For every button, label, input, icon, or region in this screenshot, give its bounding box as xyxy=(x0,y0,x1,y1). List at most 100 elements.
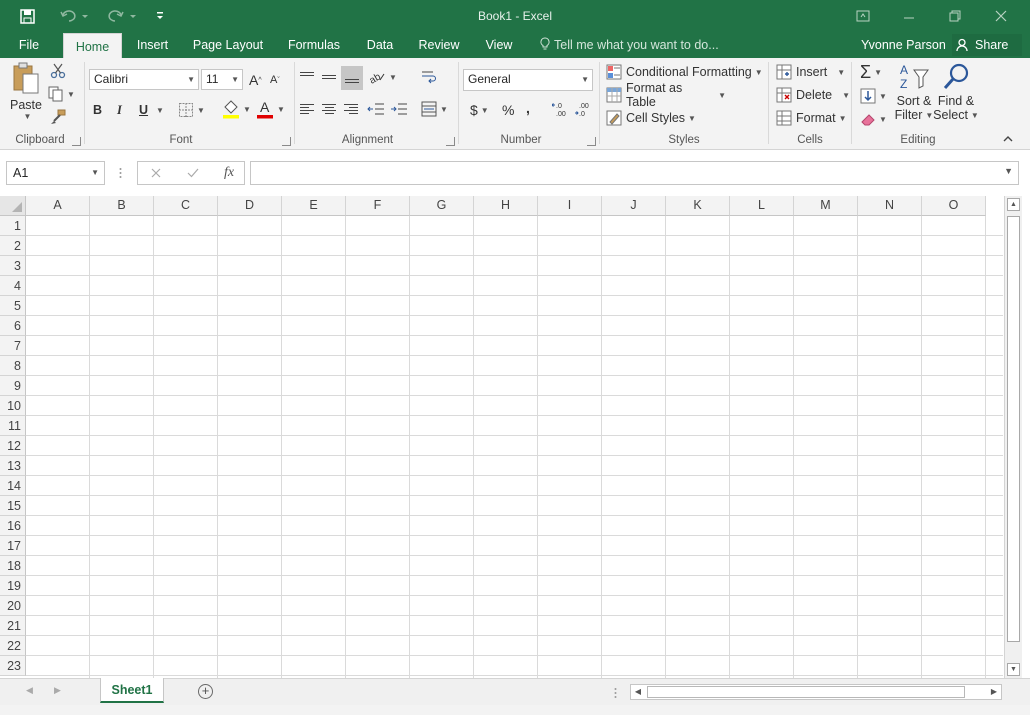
format-cells-button[interactable]: Format ▼ xyxy=(776,109,847,127)
underline-button[interactable]: U xyxy=(139,100,151,120)
minimize-button[interactable] xyxy=(886,0,932,32)
row-header[interactable]: 20 xyxy=(0,596,26,616)
percent-style-button[interactable]: % xyxy=(502,100,516,120)
orientation-button[interactable]: ab ▼ xyxy=(368,68,398,86)
enter-button[interactable] xyxy=(178,162,208,184)
column-header[interactable]: M xyxy=(794,196,858,216)
row-header[interactable]: 16 xyxy=(0,516,26,536)
conditional-formatting-button[interactable]: Conditional Formatting ▼ xyxy=(606,63,766,81)
insert-function-button[interactable]: fx xyxy=(214,162,244,184)
cut-button[interactable] xyxy=(50,62,68,80)
column-header[interactable]: G xyxy=(410,196,474,216)
row-header[interactable]: 14 xyxy=(0,476,26,496)
scroll-down-button[interactable]: ▼ xyxy=(1007,663,1020,676)
format-as-table-button[interactable]: Format as Table ▼ xyxy=(606,81,726,109)
sort-filter-button[interactable]: AZ Sort & Filter ▼ xyxy=(894,62,934,128)
row-header[interactable]: 19 xyxy=(0,576,26,596)
scroll-right-button[interactable]: ▶ xyxy=(987,685,1001,699)
column-header[interactable]: L xyxy=(730,196,794,216)
bold-button[interactable]: B xyxy=(93,100,107,120)
borders-button[interactable]: ▼ xyxy=(178,100,210,120)
fill-button[interactable]: ▼ xyxy=(860,86,890,106)
top-align-button[interactable] xyxy=(300,68,318,86)
restore-button[interactable] xyxy=(932,0,978,32)
row-header[interactable]: 23 xyxy=(0,656,26,676)
row-header[interactable]: 7 xyxy=(0,336,26,356)
tab-split-handle[interactable] xyxy=(614,687,617,699)
font-name-combo[interactable]: Calibri ▼ xyxy=(89,69,199,90)
sheet-tab-sheet1[interactable]: Sheet1 xyxy=(100,678,164,703)
collapse-ribbon-button[interactable] xyxy=(1003,132,1017,146)
horizontal-scrollbar[interactable]: ◀ ▶ xyxy=(630,684,1002,700)
name-box[interactable]: A1 ▼ xyxy=(6,161,105,185)
clipboard-launcher-icon[interactable] xyxy=(72,137,81,146)
row-header[interactable]: 12 xyxy=(0,436,26,456)
tab-view[interactable]: View xyxy=(479,32,519,58)
row-header[interactable]: 8 xyxy=(0,356,26,376)
row-header[interactable]: 5 xyxy=(0,296,26,316)
underline-dropdown-icon[interactable]: ▼ xyxy=(156,106,164,115)
autosum-button[interactable]: Σ ▼ xyxy=(860,62,890,82)
column-header[interactable]: F xyxy=(346,196,410,216)
tab-home[interactable]: Home xyxy=(63,33,122,58)
row-header[interactable]: 11 xyxy=(0,416,26,436)
row-header[interactable]: 10 xyxy=(0,396,26,416)
column-header[interactable]: I xyxy=(538,196,602,216)
tab-file[interactable]: File xyxy=(8,32,50,58)
increase-decimal-button[interactable]: .0.00 xyxy=(552,100,570,118)
vertical-scrollbar[interactable]: ▲ ▼ xyxy=(1004,196,1022,678)
tell-me-box[interactable]: Tell me what you want to do... xyxy=(540,32,719,58)
merge-center-button[interactable]: ▼ xyxy=(421,100,453,118)
row-header[interactable]: 3 xyxy=(0,256,26,276)
row-header[interactable]: 21 xyxy=(0,616,26,636)
tab-review[interactable]: Review xyxy=(413,32,465,58)
row-header[interactable]: 9 xyxy=(0,376,26,396)
cell-styles-button[interactable]: Cell Styles ▼ xyxy=(606,109,696,127)
row-header[interactable]: 15 xyxy=(0,496,26,516)
column-header[interactable]: K xyxy=(666,196,730,216)
middle-align-button[interactable] xyxy=(322,68,340,86)
row-header[interactable]: 4 xyxy=(0,276,26,296)
tab-data[interactable]: Data xyxy=(360,32,400,58)
find-select-button[interactable]: Find & Select ▼ xyxy=(933,62,979,128)
decrease-indent-button[interactable] xyxy=(367,100,387,118)
wrap-text-button[interactable] xyxy=(421,68,441,86)
row-header[interactable]: 13 xyxy=(0,456,26,476)
font-size-combo[interactable]: 11 ▼ xyxy=(201,69,243,90)
close-button[interactable] xyxy=(978,0,1024,32)
row-header[interactable]: 2 xyxy=(0,236,26,256)
user-name[interactable]: Yvonne Parson xyxy=(861,32,946,58)
align-center-button[interactable] xyxy=(322,100,338,118)
font-color-button[interactable]: A ▼ xyxy=(256,98,286,120)
fill-color-button[interactable]: ▼ xyxy=(222,98,252,120)
column-header[interactable]: B xyxy=(90,196,154,216)
accounting-format-button[interactable]: $ ▼ xyxy=(470,100,496,120)
number-format-combo[interactable]: General ▼ xyxy=(463,69,593,91)
paste-button[interactable]: Paste ▼ xyxy=(8,62,44,126)
bottom-align-button[interactable] xyxy=(341,66,363,90)
row-header[interactable]: 17 xyxy=(0,536,26,556)
decrease-decimal-button[interactable]: .00.0 xyxy=(575,100,593,118)
column-header[interactable]: N xyxy=(858,196,922,216)
add-sheet-button[interactable]: + xyxy=(198,684,213,699)
align-right-button[interactable] xyxy=(344,100,360,118)
format-painter-button[interactable] xyxy=(50,108,68,126)
comma-style-button[interactable]: , xyxy=(526,98,536,118)
tab-insert[interactable]: Insert xyxy=(130,32,175,58)
font-launcher-icon[interactable] xyxy=(282,137,291,146)
column-header[interactable]: O xyxy=(922,196,986,216)
row-header[interactable]: 1 xyxy=(0,216,26,236)
row-header[interactable]: 6 xyxy=(0,316,26,336)
cancel-entry-button[interactable] xyxy=(141,162,171,184)
select-all-button[interactable] xyxy=(0,196,26,216)
tab-page-layout[interactable]: Page Layout xyxy=(188,32,268,58)
insert-cells-button[interactable]: Insert ▼ xyxy=(776,63,846,81)
scroll-left-button[interactable]: ◀ xyxy=(631,685,645,699)
increase-indent-button[interactable] xyxy=(390,100,410,118)
horizontal-scroll-thumb[interactable] xyxy=(647,686,965,698)
delete-cells-button[interactable]: Delete ▼ xyxy=(776,86,850,104)
tab-formulas[interactable]: Formulas xyxy=(282,32,346,58)
expand-formula-bar-icon[interactable]: ▼ xyxy=(1004,166,1013,176)
selected-cell-a1[interactable] xyxy=(26,216,90,236)
row-header[interactable]: 22 xyxy=(0,636,26,656)
